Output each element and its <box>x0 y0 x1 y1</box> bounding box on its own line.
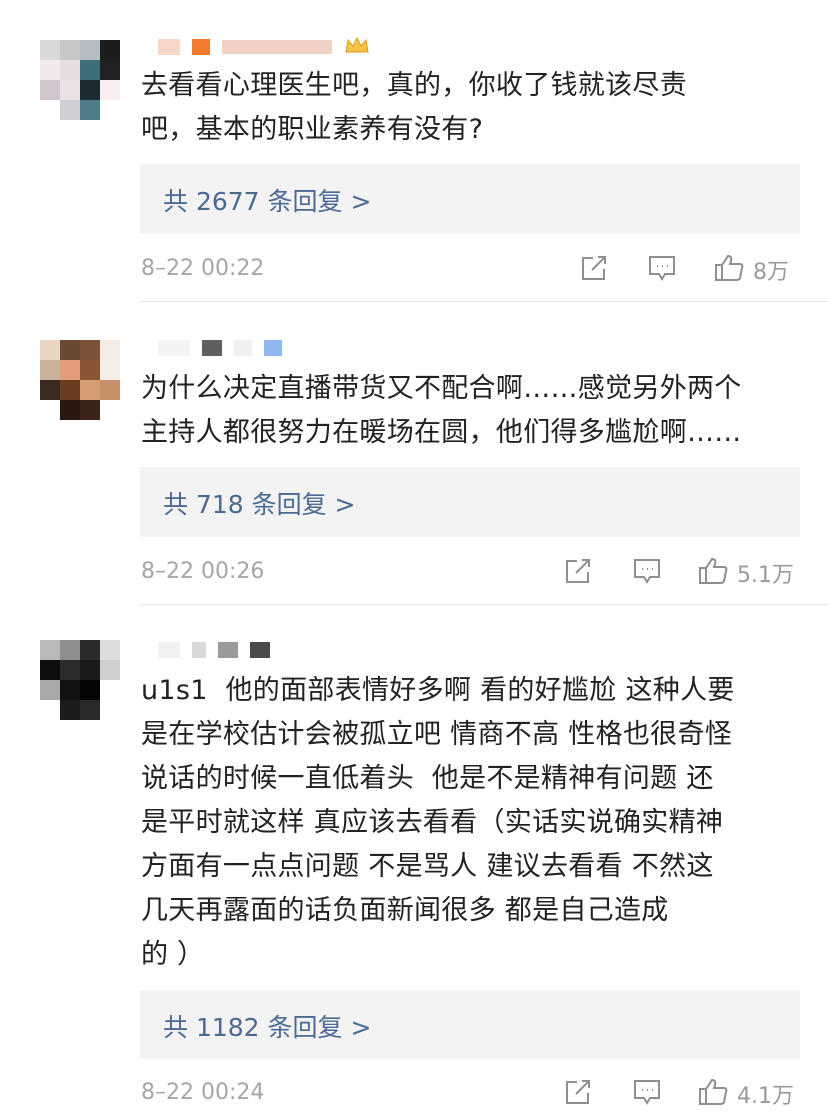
comment-text: 为什么决定直播带货又不配合啊……感觉另外两个 主持人都很努力在暖场在圆，他们得多… <box>141 373 742 448</box>
avatar[interactable] <box>40 340 120 420</box>
like-button[interactable]: 4.1万 <box>697 1077 794 1111</box>
divider <box>140 301 828 302</box>
share-icon[interactable] <box>564 557 592 585</box>
comment-text: u1s1 他的面部表情好多啊 看的好尴尬 这种人要 是在学校估计会被孤立吧 情商… <box>141 675 735 970</box>
like-count: 8万 <box>753 260 789 285</box>
thumbs-up-icon <box>713 253 745 287</box>
comment-meta: 8–22 00:24 4.1万 <box>0 1073 828 1113</box>
timestamp: 8–22 00:26 <box>141 559 265 584</box>
comment-meta: 8–22 00:22 8万 <box>0 249 828 289</box>
like-count: 4.1万 <box>737 1084 794 1109</box>
like-count: 5.1万 <box>737 563 794 588</box>
divider <box>140 604 828 605</box>
username[interactable] <box>158 36 370 58</box>
avatar[interactable] <box>40 640 120 720</box>
view-replies-link[interactable]: 共 718 条回复 > <box>163 485 356 521</box>
replies-box[interactable]: 共 718 条回复 > <box>140 467 800 537</box>
crown-badge-icon <box>344 36 370 58</box>
comment-text: 去看看心理医生吧，真的，你收了钱就该尽责 吧，基本的职业素养有没有? <box>141 70 687 145</box>
thumbs-up-icon <box>697 1077 729 1111</box>
comment-meta: 8–22 00:26 5.1万 <box>0 552 828 592</box>
avatar[interactable] <box>40 40 120 120</box>
comment-icon[interactable] <box>647 254 677 282</box>
share-icon[interactable] <box>580 254 608 282</box>
replies-box[interactable]: 共 1182 条回复 > <box>140 990 800 1059</box>
thumbs-up-icon <box>697 556 729 590</box>
like-button[interactable]: 5.1万 <box>697 556 794 590</box>
timestamp: 8–22 00:22 <box>141 256 265 281</box>
comment-icon[interactable] <box>632 1078 662 1106</box>
share-icon[interactable] <box>564 1078 592 1106</box>
replies-box[interactable]: 共 2677 条回复 > <box>140 164 800 234</box>
username[interactable] <box>158 340 282 356</box>
like-button[interactable]: 8万 <box>713 253 789 287</box>
timestamp: 8–22 00:24 <box>141 1080 265 1105</box>
username[interactable] <box>158 642 270 658</box>
view-replies-link[interactable]: 共 2677 条回复 > <box>163 182 371 218</box>
view-replies-link[interactable]: 共 1182 条回复 > <box>163 1008 371 1044</box>
comment-icon[interactable] <box>632 557 662 585</box>
